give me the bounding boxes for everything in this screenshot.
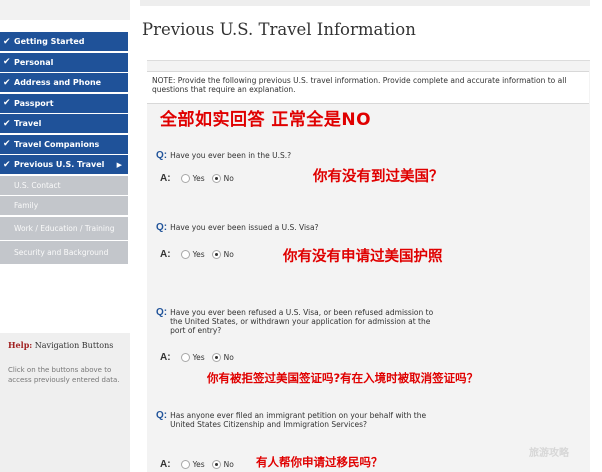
annotation-q3: 你有被拒签过美国签证吗?有在入境时被取消签证吗？ (207, 371, 479, 385)
sidebar-item-previous-us-travel[interactable]: ✔ Previous U.S. Travel ▶ (0, 155, 128, 174)
sidebar-item-label: Family (14, 201, 39, 210)
sidebar-item-label: Getting Started (14, 37, 85, 46)
question-2: Q: Have you ever been issued a U.S. Visa… (156, 222, 576, 233)
question-label: Q: (156, 410, 168, 421)
help-title: Help: Navigation Buttons (8, 340, 113, 350)
radio-label-yes: Yes (192, 174, 205, 183)
radio-label-yes: Yes (192, 250, 205, 259)
check-icon: ✔ (3, 139, 11, 149)
radio-yes[interactable] (180, 250, 190, 259)
question-text: Have you ever been in the U.S.? (170, 151, 292, 160)
sidebar-item-label: Personal (14, 57, 54, 67)
help-panel: Help: Navigation Buttons Click on the bu… (0, 333, 130, 472)
top-band (140, 0, 590, 6)
radio-yes[interactable] (180, 460, 190, 469)
annotation-header: 全部如实回答 正常全是NO (160, 110, 372, 130)
check-icon: ✔ (3, 36, 11, 47)
note-text: NOTE: Provide the following previous U.S… (152, 76, 567, 94)
annotation-q1: 你有没有到过美国？ (313, 169, 444, 185)
sidebar-item-label: Travel (14, 119, 42, 128)
question-text: Have you ever been refused a U.S. Visa, … (170, 308, 434, 335)
question-3: Q: Have you ever been refused a U.S. Vis… (156, 307, 446, 335)
radio-label-no: No (223, 460, 234, 469)
sidebar-item-personal[interactable]: ✔ Personal (0, 52, 128, 72)
sidebar-item-address-and-phone[interactable]: ✔ Address and Phone (0, 73, 128, 92)
question-text: Have you ever been issued a U.S. Visa? (170, 223, 319, 232)
sidebar-item-label: Address and Phone (14, 78, 102, 87)
radio-yes[interactable] (180, 353, 190, 362)
check-icon: ✔ (3, 159, 11, 170)
sidebar-item-label: Previous U.S. Travel (14, 160, 105, 169)
sidebar: ✔ Getting Started ✔ Personal ✔ Address a… (0, 0, 130, 472)
question-1: Q: Have you ever been in the U.S.? (156, 150, 576, 161)
radio-yes[interactable] (180, 174, 190, 183)
sidebar-top-band (0, 0, 130, 20)
sidebar-item-label: U.S. Contact (14, 180, 61, 190)
answer-label: A: (160, 173, 171, 184)
check-icon: ✔ (3, 98, 11, 108)
sidebar-item-family[interactable]: Family (0, 196, 128, 215)
answer-2: A: Yes No (160, 249, 241, 260)
answer-1: A: Yes No (160, 173, 241, 184)
chevron-right-icon: ▶ (116, 160, 122, 169)
radio-label-no: No (223, 353, 234, 362)
check-icon: ✔ (3, 118, 11, 129)
answer-label: A: (160, 249, 171, 260)
help-title-text: Navigation Buttons (32, 341, 114, 350)
sidebar-item-passport[interactable]: ✔ Passport (0, 93, 128, 113)
annotation-q4: 有人帮你申请过移民吗？ (256, 455, 383, 469)
answer-label: A: (160, 352, 171, 363)
answer-label: A: (160, 459, 171, 470)
radio-label-yes: Yes (192, 353, 205, 362)
question-label: Q: (156, 307, 168, 318)
radio-no[interactable] (211, 353, 221, 362)
radio-no[interactable] (211, 250, 221, 259)
check-icon: ✔ (3, 57, 11, 67)
sidebar-item-security-and-background[interactable]: Security and Background (0, 241, 128, 264)
sidebar-item-us-contact[interactable]: U.S. Contact (0, 175, 128, 195)
answer-4: A: Yes No (160, 459, 241, 470)
question-label: Q: (156, 222, 168, 233)
radio-label-no: No (223, 174, 234, 183)
question-text: Has anyone ever filed an immigrant petit… (170, 411, 427, 429)
radio-label-no: No (223, 250, 234, 259)
watermark: 旅游攻略 (529, 448, 569, 459)
radio-no[interactable] (211, 174, 221, 183)
answer-3: A: Yes No (160, 352, 241, 363)
check-icon: ✔ (3, 77, 11, 88)
sidebar-item-travel-companions[interactable]: ✔ Travel Companions (0, 134, 128, 154)
radio-label-yes: Yes (192, 460, 205, 469)
sidebar-item-label: Travel Companions (14, 139, 100, 149)
radio-no[interactable] (211, 460, 221, 469)
sidebar-item-label: Work / Education / Training (14, 223, 115, 233)
question-label: Q: (156, 150, 168, 161)
sidebar-nav: ✔ Getting Started ✔ Personal ✔ Address a… (0, 32, 128, 266)
page-title: Previous U.S. Travel Information (142, 20, 416, 39)
help-title-prefix: Help: (8, 340, 33, 350)
sidebar-item-label: Passport (14, 98, 54, 108)
sidebar-item-work-education-training[interactable]: Work / Education / Training (0, 216, 128, 240)
sidebar-item-label: Security and Background (14, 248, 109, 257)
sidebar-item-travel[interactable]: ✔ Travel (0, 114, 128, 133)
help-text: Click on the buttons above to access pre… (8, 366, 120, 384)
sidebar-item-getting-started[interactable]: ✔ Getting Started (0, 32, 128, 51)
question-4: Q: Has anyone ever filed an immigrant pe… (156, 410, 446, 429)
annotation-q2: 你有没有申请过美国护照 (283, 249, 443, 265)
